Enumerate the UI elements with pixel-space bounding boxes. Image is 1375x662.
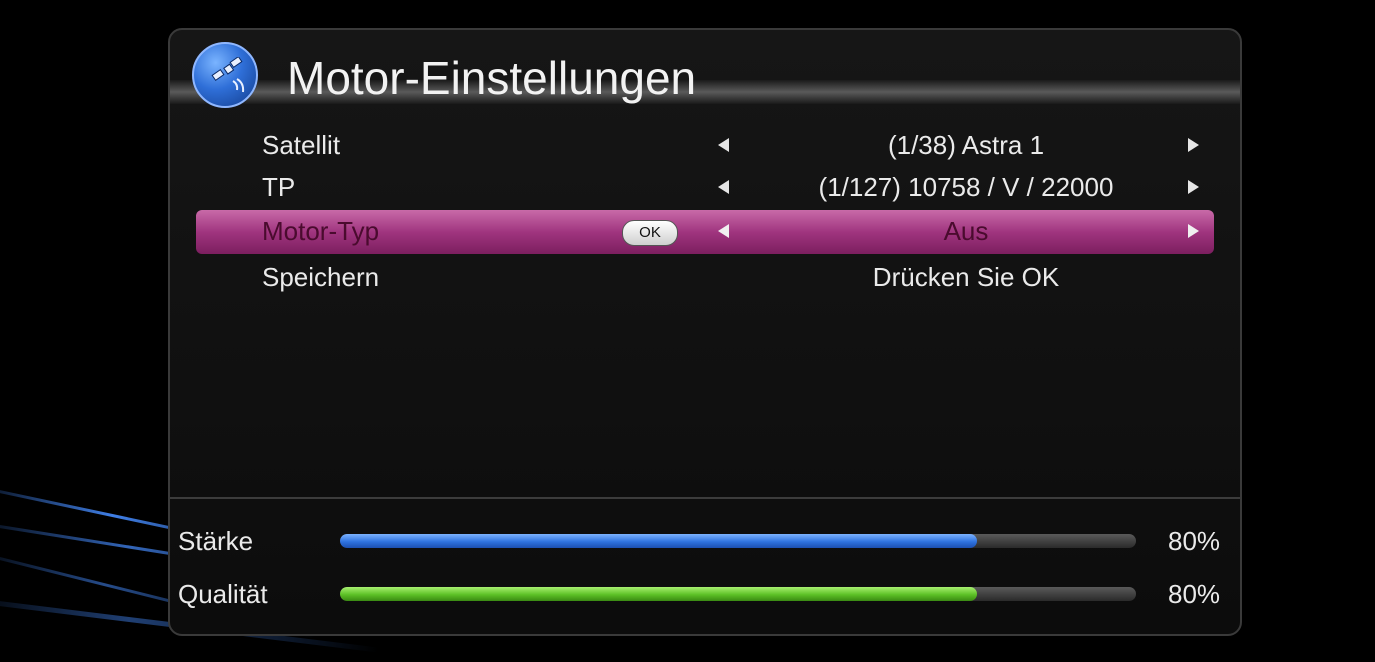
arrow-left-icon[interactable]: [718, 138, 729, 152]
meter-fill: [340, 534, 977, 548]
settings-row-tp[interactable]: TP (1/127) 10758 / V / 22000: [196, 166, 1214, 210]
meter-percent: 80%: [1168, 579, 1221, 609]
divider: [170, 497, 1240, 499]
row-value: Aus: [943, 216, 989, 246]
title-bar: Motor-Einstellungen: [170, 30, 1240, 122]
row-value: Drücken Sie OK: [872, 262, 1060, 292]
meter-track: [340, 534, 1136, 548]
row-value: (1/127) 10758 / V / 22000: [818, 172, 1114, 202]
arrow-right-icon[interactable]: [1188, 180, 1199, 194]
arrow-left-icon[interactable]: [718, 224, 729, 238]
row-label: Satellit: [262, 130, 341, 160]
arrow-left-icon[interactable]: [718, 180, 729, 194]
ok-button-badge[interactable]: OK: [622, 220, 678, 246]
page-title: Motor-Einstellungen: [287, 52, 697, 104]
arrow-right-icon[interactable]: [1188, 224, 1199, 238]
row-label: Speichern: [262, 262, 380, 292]
row-label: TP: [262, 172, 296, 202]
meter-percent: 80%: [1168, 526, 1221, 556]
motor-settings-panel: Motor-Einstellungen Satellit (1/38) Astr…: [168, 28, 1242, 636]
meter-fill: [340, 587, 977, 601]
row-value: (1/38) Astra 1: [887, 130, 1045, 160]
meter-label: Qualität: [178, 579, 268, 609]
signal-quality-meter: Qualität 80%: [170, 575, 1240, 615]
meter-track: [340, 587, 1136, 601]
row-label: Motor-Typ: [262, 216, 380, 246]
settings-row-speichern[interactable]: Speichern Drücken Sie OK: [196, 256, 1214, 300]
satellite-icon: [192, 42, 258, 108]
settings-row-satellit[interactable]: Satellit (1/38) Astra 1: [196, 124, 1214, 168]
settings-row-motor-typ[interactable]: Motor-Typ OK Aus: [196, 210, 1214, 254]
signal-strength-meter: Stärke 80%: [170, 522, 1240, 562]
meter-label: Stärke: [178, 526, 254, 556]
arrow-right-icon[interactable]: [1188, 138, 1199, 152]
